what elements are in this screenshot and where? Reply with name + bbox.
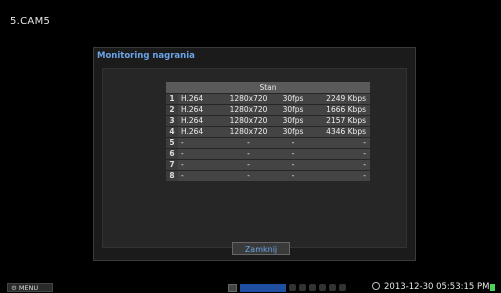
bitrate-cell: - bbox=[363, 171, 366, 180]
bitrate-cell: - bbox=[363, 160, 366, 169]
gear-icon: ⚙ bbox=[11, 284, 17, 292]
codec-cell: - bbox=[181, 171, 184, 180]
status-icon bbox=[339, 284, 346, 291]
resolution-cell: 1280x720 bbox=[229, 127, 268, 136]
table-row: 3 H.264 1280x720 30fps 2157 Kbps bbox=[166, 116, 370, 126]
fps-cell: 30fps bbox=[282, 94, 304, 103]
channel-number: 2 bbox=[166, 105, 178, 115]
camera-label: 5.CAM5 bbox=[10, 16, 51, 27]
recording-monitor-dialog: Monitoring nagrania Stan 1 H.264 1280x720 3… bbox=[93, 47, 416, 261]
resolution-cell: - bbox=[247, 149, 250, 158]
datetime-display: 2013-12-30 05:53:15 PM bbox=[372, 282, 489, 293]
codec-cell: H.264 bbox=[181, 105, 204, 114]
status-icon bbox=[289, 284, 296, 291]
resolution-cell: - bbox=[247, 160, 250, 169]
bottom-status-bar: ⚙ MENU 2013-12-30 05:53:15 PM bbox=[0, 282, 501, 293]
table-row: 6---- bbox=[166, 149, 370, 159]
codec-cell: - bbox=[181, 160, 184, 169]
bitrate-cell: 2157 Kbps bbox=[326, 116, 366, 125]
display-icon bbox=[228, 283, 237, 292]
codec-cell: - bbox=[181, 149, 184, 158]
table-row: 4 H.264 1280x720 30fps 4346 Kbps bbox=[166, 127, 370, 137]
codec-cell: H.264 bbox=[181, 116, 204, 125]
row-cells: ---- bbox=[178, 160, 370, 170]
row-cells: ---- bbox=[178, 171, 370, 181]
table-row: 5---- bbox=[166, 138, 370, 148]
fps-cell: - bbox=[291, 171, 295, 180]
fps-cell: 30fps bbox=[282, 105, 304, 114]
menu-label: MENU bbox=[18, 284, 39, 292]
channel-number: 5 bbox=[166, 138, 178, 148]
resolution-cell: - bbox=[247, 171, 250, 180]
codec-cell: H.264 bbox=[181, 94, 204, 103]
table-row: 2 H.264 1280x720 30fps 1666 Kbps bbox=[166, 105, 370, 115]
resolution-cell: - bbox=[247, 138, 250, 147]
resolution-cell: 1280x720 bbox=[229, 105, 268, 114]
close-button[interactable]: Zamknij bbox=[232, 242, 290, 255]
row-cells: H.264 1280x720 30fps 2249 Kbps bbox=[178, 94, 370, 104]
fps-cell: - bbox=[291, 138, 295, 147]
status-icon bbox=[299, 284, 306, 291]
codec-cell: H.264 bbox=[181, 127, 204, 136]
row-cells: ---- bbox=[178, 149, 370, 159]
table-row: 1 H.264 1280x720 30fps 2249 Kbps bbox=[166, 94, 370, 104]
datetime-text: 2013-12-30 05:53:15 PM bbox=[384, 282, 490, 292]
row-cells: H.264 1280x720 30fps 1666 Kbps bbox=[178, 105, 370, 115]
hdd-usage-icon bbox=[240, 283, 286, 292]
bitrate-cell: 4346 Kbps bbox=[326, 127, 366, 136]
fps-cell: 30fps bbox=[282, 127, 304, 136]
status-icon bbox=[329, 284, 336, 291]
row-cells: H.264 1280x720 30fps 4346 Kbps bbox=[178, 127, 370, 137]
clock-icon bbox=[372, 282, 380, 290]
status-icon bbox=[319, 284, 326, 291]
recording-status-table: Stan 1 H.264 1280x720 30fps 2249 Kbps 2 H.264 1… bbox=[166, 82, 370, 181]
channel-number: 4 bbox=[166, 127, 178, 137]
table-row: 7---- bbox=[166, 160, 370, 170]
codec-cell: - bbox=[181, 138, 184, 147]
resolution-cell: 1280x720 bbox=[229, 116, 268, 125]
bitrate-cell: 1666 Kbps bbox=[326, 105, 366, 114]
row-cells: H.264 1280x720 30fps 2157 Kbps bbox=[178, 116, 370, 126]
channel-number: 7 bbox=[166, 160, 178, 170]
row-cells: ---- bbox=[178, 138, 370, 148]
bitrate-cell: - bbox=[363, 138, 366, 147]
fps-cell: - bbox=[291, 149, 295, 158]
table-header: Stan bbox=[166, 82, 370, 93]
network-icon bbox=[309, 284, 316, 291]
fps-cell: - bbox=[291, 160, 295, 169]
status-icons bbox=[228, 283, 346, 292]
table-rows: 1 H.264 1280x720 30fps 2249 Kbps 2 H.264 1280x7… bbox=[166, 94, 370, 181]
dialog-title: Monitoring nagrania bbox=[94, 48, 415, 65]
record-status-icon bbox=[490, 284, 495, 291]
dialog-body: Stan 1 H.264 1280x720 30fps 2249 Kbps 2 H.264 1… bbox=[102, 68, 407, 248]
resolution-cell: 1280x720 bbox=[229, 94, 268, 103]
bitrate-cell: - bbox=[363, 149, 366, 158]
table-row: 8---- bbox=[166, 171, 370, 181]
channel-number: 8 bbox=[166, 171, 178, 181]
bitrate-cell: 2249 Kbps bbox=[326, 94, 366, 103]
channel-number: 1 bbox=[166, 94, 178, 104]
fps-cell: 30fps bbox=[282, 116, 304, 125]
channel-number: 6 bbox=[166, 149, 178, 159]
channel-number: 3 bbox=[166, 116, 178, 126]
menu-button[interactable]: ⚙ MENU bbox=[7, 283, 53, 292]
